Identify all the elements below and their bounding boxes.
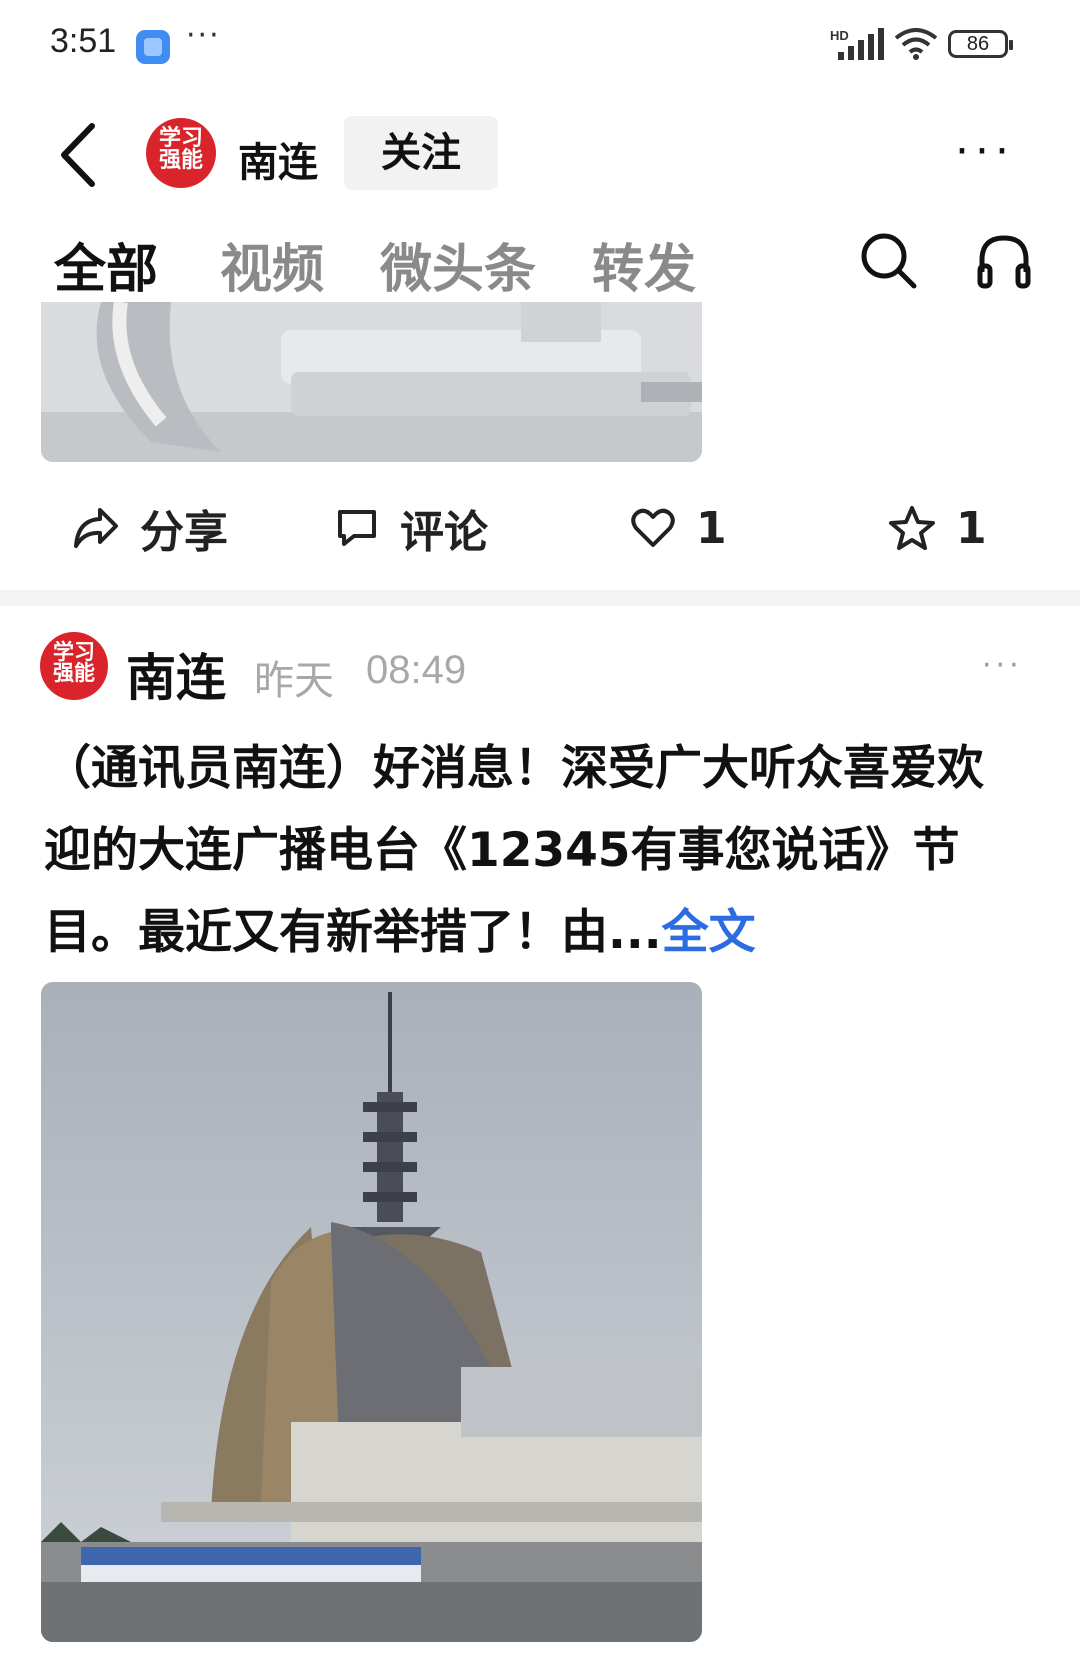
network-type-label: HD bbox=[830, 28, 849, 43]
feed-divider bbox=[0, 590, 1080, 606]
content-tabs: 全部 视频 微头条 转发 bbox=[0, 215, 1080, 305]
app-notification-icon bbox=[136, 30, 170, 64]
share-button[interactable]: 分享 bbox=[72, 498, 228, 558]
post-header: 学习 强能 南连 昨天 08:49 ··· bbox=[0, 620, 1080, 720]
account-avatar[interactable]: 学习 强能 bbox=[146, 118, 216, 188]
heart-icon bbox=[631, 508, 675, 547]
previous-post-image[interactable] bbox=[41, 302, 702, 462]
read-full-link[interactable]: 全文 bbox=[662, 905, 756, 960]
post-body[interactable]: （通讯员南连）好消息！深受广大听众喜爱欢迎的大连广播电台《12345有事您说话》… bbox=[44, 728, 1004, 974]
post-author-name[interactable]: 南连 bbox=[126, 638, 226, 710]
like-button[interactable]: 1 bbox=[630, 498, 727, 558]
search-icon[interactable] bbox=[858, 230, 918, 290]
comment-icon bbox=[338, 510, 376, 546]
more-options-icon[interactable]: ··· bbox=[955, 130, 1015, 174]
status-bar: 3:51 ··· HD 86 bbox=[0, 0, 1080, 96]
post-author-avatar[interactable]: 学习 强能 bbox=[40, 632, 108, 700]
follow-button[interactable]: 关注 bbox=[344, 116, 498, 190]
signal-icon: HD bbox=[830, 28, 884, 60]
share-icon bbox=[74, 508, 118, 548]
star-icon bbox=[889, 506, 935, 550]
battery-icon: 86 bbox=[948, 30, 1013, 58]
back-button[interactable] bbox=[52, 120, 108, 190]
post-action-bar: 分享 评论 1 1 bbox=[0, 490, 1080, 570]
status-time: 3:51 bbox=[50, 22, 117, 60]
post-more-icon[interactable]: ··· bbox=[982, 648, 1023, 683]
tab-all[interactable]: 全部 bbox=[54, 227, 158, 302]
share-label: 分享 bbox=[140, 507, 228, 558]
post-image[interactable] bbox=[41, 982, 702, 1642]
favorite-button[interactable]: 1 bbox=[888, 498, 987, 558]
post-text: （通讯员南连）好消息！深受广大听众喜爱欢迎的大连广播电台《12345有事您说话》… bbox=[44, 741, 984, 960]
favorite-count: 1 bbox=[956, 502, 987, 554]
account-header: 学习 强能 南连 关注 ··· bbox=[0, 96, 1080, 211]
wifi-icon bbox=[894, 28, 938, 60]
tab-video[interactable]: 视频 bbox=[220, 227, 324, 302]
like-count: 1 bbox=[696, 502, 727, 554]
post-date: 昨天 bbox=[254, 658, 334, 704]
comment-label: 评论 bbox=[400, 507, 488, 558]
account-name[interactable]: 南连 bbox=[238, 130, 318, 188]
post-time: 08:49 bbox=[366, 648, 467, 692]
comment-button[interactable]: 评论 bbox=[334, 498, 488, 558]
headphones-icon[interactable] bbox=[976, 232, 1032, 290]
tab-micro-headline[interactable]: 微头条 bbox=[380, 227, 536, 302]
status-more-icon: ··· bbox=[186, 18, 221, 53]
tab-repost[interactable]: 转发 bbox=[592, 227, 696, 302]
